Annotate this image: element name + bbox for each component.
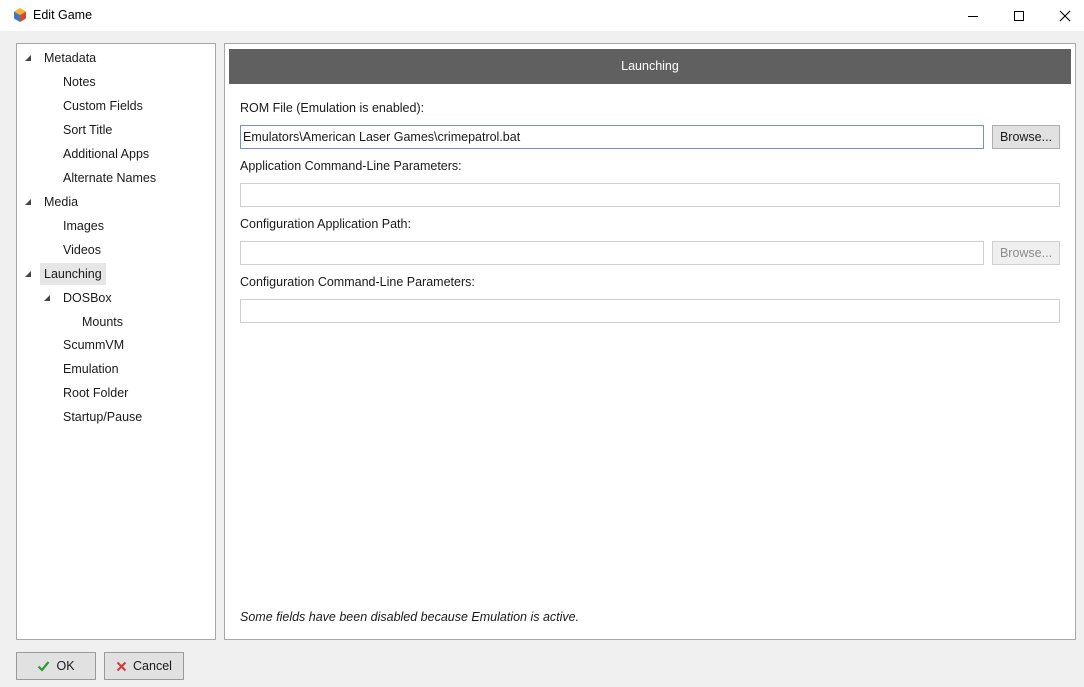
title-bar: Edit Game <box>0 0 1084 31</box>
tree-item-launching[interactable]: Launching <box>40 263 106 285</box>
cancel-label: Cancel <box>133 659 172 673</box>
config-browse-button[interactable]: Browse... <box>992 241 1060 265</box>
config-path-label: Configuration Application Path: <box>240 217 411 231</box>
ok-button[interactable]: OK <box>16 652 96 680</box>
expanded-arrow-icon[interactable] <box>23 269 33 279</box>
minimize-icon <box>968 15 978 17</box>
close-icon <box>1059 10 1071 21</box>
launchbox-cube-icon <box>14 8 26 22</box>
tree-item-media[interactable]: Media <box>44 191 78 213</box>
tree-item-mounts[interactable]: Mounts <box>82 311 123 333</box>
expanded-arrow-icon[interactable] <box>23 197 33 207</box>
ok-label: OK <box>56 659 75 673</box>
launching-panel: Launching ROM File (Emulation is enabled… <box>224 43 1076 640</box>
tree-item-alternate-names[interactable]: Alternate Names <box>63 167 156 189</box>
navigation-tree: Metadata Notes Custom Fields Sort Title … <box>16 43 216 640</box>
cancel-x-icon <box>116 661 127 671</box>
tree-item-sort-title[interactable]: Sort Title <box>63 119 112 141</box>
expanded-arrow-icon[interactable] <box>42 293 52 303</box>
rom-browse-button[interactable]: Browse... <box>992 125 1060 149</box>
checkmark-icon <box>38 661 50 672</box>
maximize-icon <box>1014 10 1024 21</box>
rom-file-label: ROM File (Emulation is enabled): <box>240 101 425 115</box>
tree-item-root-folder[interactable]: Root Folder <box>63 382 128 404</box>
tree-item-dosbox[interactable]: DOSBox <box>63 287 112 309</box>
app-params-label: Application Command-Line Parameters: <box>240 159 462 173</box>
window-title: Edit Game <box>33 8 93 22</box>
app-params-input[interactable] <box>240 183 1060 207</box>
close-button[interactable] <box>1042 0 1084 31</box>
tree-item-images[interactable]: Images <box>63 215 104 237</box>
config-path-input[interactable] <box>240 241 984 265</box>
tree-item-custom-fields[interactable]: Custom Fields <box>63 95 143 117</box>
maximize-button[interactable] <box>996 0 1042 31</box>
tree-item-startup-pause[interactable]: Startup/Pause <box>63 406 142 428</box>
panel-header: Launching <box>229 49 1071 84</box>
tree-item-additional-apps[interactable]: Additional Apps <box>63 143 149 165</box>
minimize-button[interactable] <box>950 0 996 31</box>
tree-item-metadata[interactable]: Metadata <box>44 47 96 69</box>
cancel-button[interactable]: Cancel <box>104 652 184 680</box>
tree-item-notes[interactable]: Notes <box>63 71 96 93</box>
tree-item-emulation[interactable]: Emulation <box>63 358 119 380</box>
config-params-label: Configuration Command-Line Parameters: <box>240 275 475 289</box>
emulation-note: Some fields have been disabled because E… <box>240 610 580 624</box>
expanded-arrow-icon[interactable] <box>23 53 33 63</box>
tree-item-scummvm[interactable]: ScummVM <box>63 334 124 356</box>
config-params-input[interactable] <box>240 299 1060 323</box>
tree-item-videos[interactable]: Videos <box>63 239 101 261</box>
rom-file-input[interactable]: Emulators\American Laser Games\crimepatr… <box>240 125 984 149</box>
